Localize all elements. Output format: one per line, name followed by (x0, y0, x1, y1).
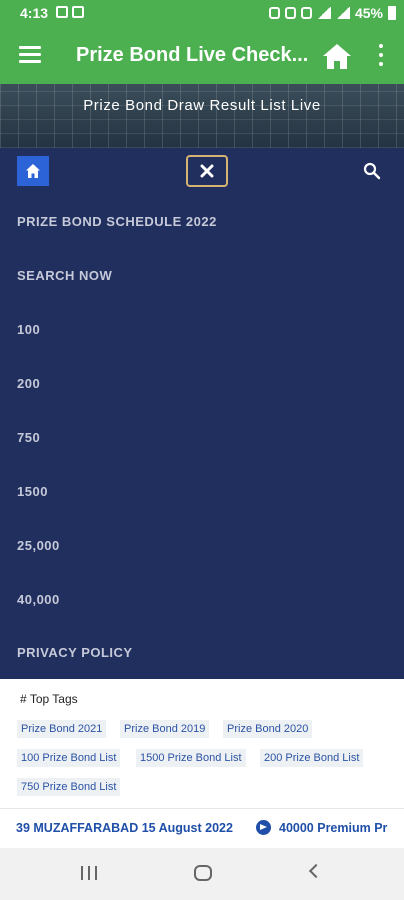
tag-prize-bond-2021[interactable]: Prize Bond 2021 (17, 720, 107, 738)
nav-item-privacy-policy[interactable]: PRIVACY POLICY (17, 645, 133, 660)
nav-item-schedule-2022[interactable]: PRIZE BOND SCHEDULE 2022 (17, 214, 217, 229)
site-banner: Prize Bond Draw Result List Live (0, 84, 404, 148)
mute-icon (300, 7, 312, 19)
menu-icon[interactable] (19, 46, 41, 64)
alarm-icon (284, 7, 296, 19)
system-home-icon[interactable] (194, 865, 212, 881)
home-icon[interactable] (322, 42, 352, 70)
more-options-icon[interactable] (378, 44, 384, 66)
wifi-icon (316, 7, 331, 19)
lock-icon (268, 7, 280, 19)
tag-prize-bond-2019[interactable]: Prize Bond 2019 (120, 720, 210, 738)
tag-200-prize-bond-list[interactable]: 200 Prize Bond List (260, 749, 364, 767)
app-bar: Prize Bond Live Check... (0, 28, 404, 84)
tag-750-prize-bond-list[interactable]: 750 Prize Bond List (17, 778, 121, 796)
nav-item-25000[interactable]: 25,000 (17, 538, 60, 553)
top-tags-section: # Top Tags Prize Bond 2021 Prize Bond 20… (0, 679, 404, 807)
notification-icons (56, 6, 84, 18)
nav-item-200[interactable]: 200 (17, 376, 40, 391)
top-tags-heading: # Top Tags (20, 692, 78, 706)
top-tags-title: Top Tags (29, 692, 78, 706)
recent-apps-icon[interactable] (81, 866, 97, 880)
hash-icon: # (20, 692, 27, 706)
tag-100-prize-bond-list[interactable]: 100 Prize Bond List (17, 749, 121, 767)
tag-prize-bond-2020[interactable]: Prize Bond 2020 (223, 720, 313, 738)
nav-item-40000[interactable]: 40,000 (17, 592, 60, 607)
check-icon (72, 6, 84, 18)
gallery-icon (56, 6, 68, 18)
search-icon[interactable] (363, 162, 381, 180)
status-bar: 4:13 45% (0, 0, 404, 28)
close-icon (200, 164, 214, 178)
app-title: Prize Bond Live Check... (76, 44, 309, 66)
battery-percent: 45% (354, 5, 383, 21)
system-icons: 45% (268, 5, 396, 21)
banner-background (0, 84, 404, 148)
nav-close-button[interactable] (186, 155, 228, 187)
news-ticker: 39 MUZAFFARABAD 15 August 2022 40000 Pre… (0, 808, 404, 848)
arrow-circle-icon (256, 820, 271, 835)
tag-1500-prize-bond-list[interactable]: 1500 Prize Bond List (136, 749, 246, 767)
system-navigation-bar (0, 848, 404, 900)
nav-item-search-now[interactable]: SEARCH NOW (17, 268, 112, 283)
nav-home-button[interactable] (17, 156, 49, 186)
ticker-item[interactable]: 39 MUZAFFARABAD 15 August 2022 (16, 821, 233, 835)
nav-item-1500[interactable]: 1500 (17, 484, 48, 499)
banner-title: Prize Bond Draw Result List Live (83, 97, 321, 114)
signal-icon (335, 7, 350, 19)
ticker-item[interactable]: 40000 Premium Pr (279, 821, 387, 835)
home-icon (26, 164, 40, 178)
nav-item-100[interactable]: 100 (17, 322, 40, 337)
status-time: 4:13 (20, 5, 49, 21)
navigation-menu: PRIZE BOND SCHEDULE 2022 SEARCH NOW 100 … (0, 148, 404, 679)
battery-icon (388, 6, 396, 20)
back-icon[interactable] (308, 863, 324, 879)
nav-item-750[interactable]: 750 (17, 430, 40, 445)
